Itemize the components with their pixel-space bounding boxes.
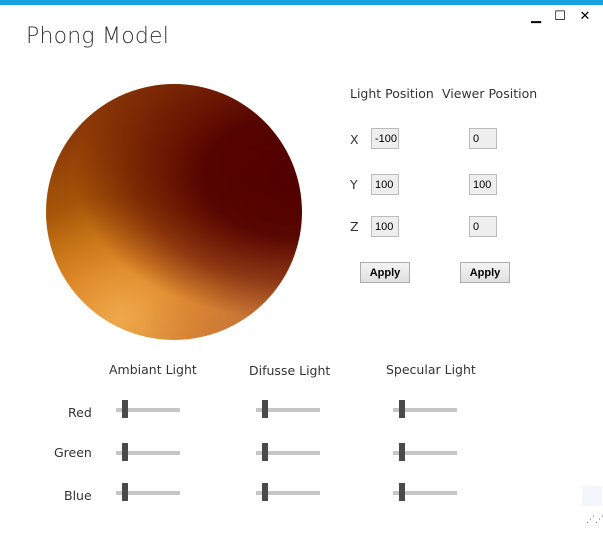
channel-label-red: Red <box>68 405 92 420</box>
axis-label-z: Z <box>350 219 359 234</box>
viewer-z-field[interactable]: 0 <box>469 216 497 237</box>
light-z-field[interactable]: 100 <box>371 216 399 237</box>
window-accent-bar <box>0 0 603 5</box>
specular-green-slider[interactable] <box>393 443 457 463</box>
diffuse-blue-slider[interactable] <box>256 483 320 503</box>
slider-thumb[interactable] <box>262 443 268 461</box>
specular-light-header: Specular Light <box>386 362 476 377</box>
page-title: Phong Model <box>26 24 170 49</box>
axis-label-y: Y <box>350 177 358 192</box>
maximize-button[interactable]: ☐ <box>550 8 570 26</box>
slider-thumb[interactable] <box>399 443 405 461</box>
slider-thumb[interactable] <box>262 483 268 501</box>
scroll-hint-area <box>582 486 602 506</box>
ambient-green-slider[interactable] <box>116 443 180 463</box>
close-button[interactable]: ✕ <box>575 8 595 26</box>
minimize-button[interactable]: ▁ <box>526 8 546 26</box>
channel-label-green: Green <box>54 445 92 460</box>
apply-viewer-button[interactable]: Apply <box>460 262 510 283</box>
viewer-x-field[interactable]: 0 <box>469 128 497 149</box>
diffuse-green-slider[interactable] <box>256 443 320 463</box>
axis-label-x: X <box>350 132 359 147</box>
resize-grip-icon[interactable]: ⋰⋰ <box>586 516 603 525</box>
slider-thumb[interactable] <box>399 483 405 501</box>
phong-sphere-render <box>46 84 302 340</box>
slider-thumb[interactable] <box>122 400 128 418</box>
ambient-blue-slider[interactable] <box>116 483 180 503</box>
light-y-field[interactable]: 100 <box>371 174 399 195</box>
slider-thumb[interactable] <box>399 400 405 418</box>
channel-label-blue: Blue <box>64 488 92 503</box>
viewer-y-field[interactable]: 100 <box>469 174 497 195</box>
apply-light-button[interactable]: Apply <box>360 262 410 283</box>
specular-red-slider[interactable] <box>393 400 457 420</box>
diffuse-red-slider[interactable] <box>256 400 320 420</box>
diffuse-light-header: Difusse Light <box>249 363 331 378</box>
slider-thumb[interactable] <box>262 400 268 418</box>
light-position-header: Light Position <box>350 86 434 101</box>
slider-thumb[interactable] <box>122 443 128 461</box>
slider-thumb[interactable] <box>122 483 128 501</box>
viewer-position-header: Viewer Position <box>442 86 538 101</box>
specular-blue-slider[interactable] <box>393 483 457 503</box>
ambient-light-header: Ambiant Light <box>109 362 197 377</box>
light-x-field[interactable]: -100 <box>371 128 399 149</box>
ambient-red-slider[interactable] <box>116 400 180 420</box>
